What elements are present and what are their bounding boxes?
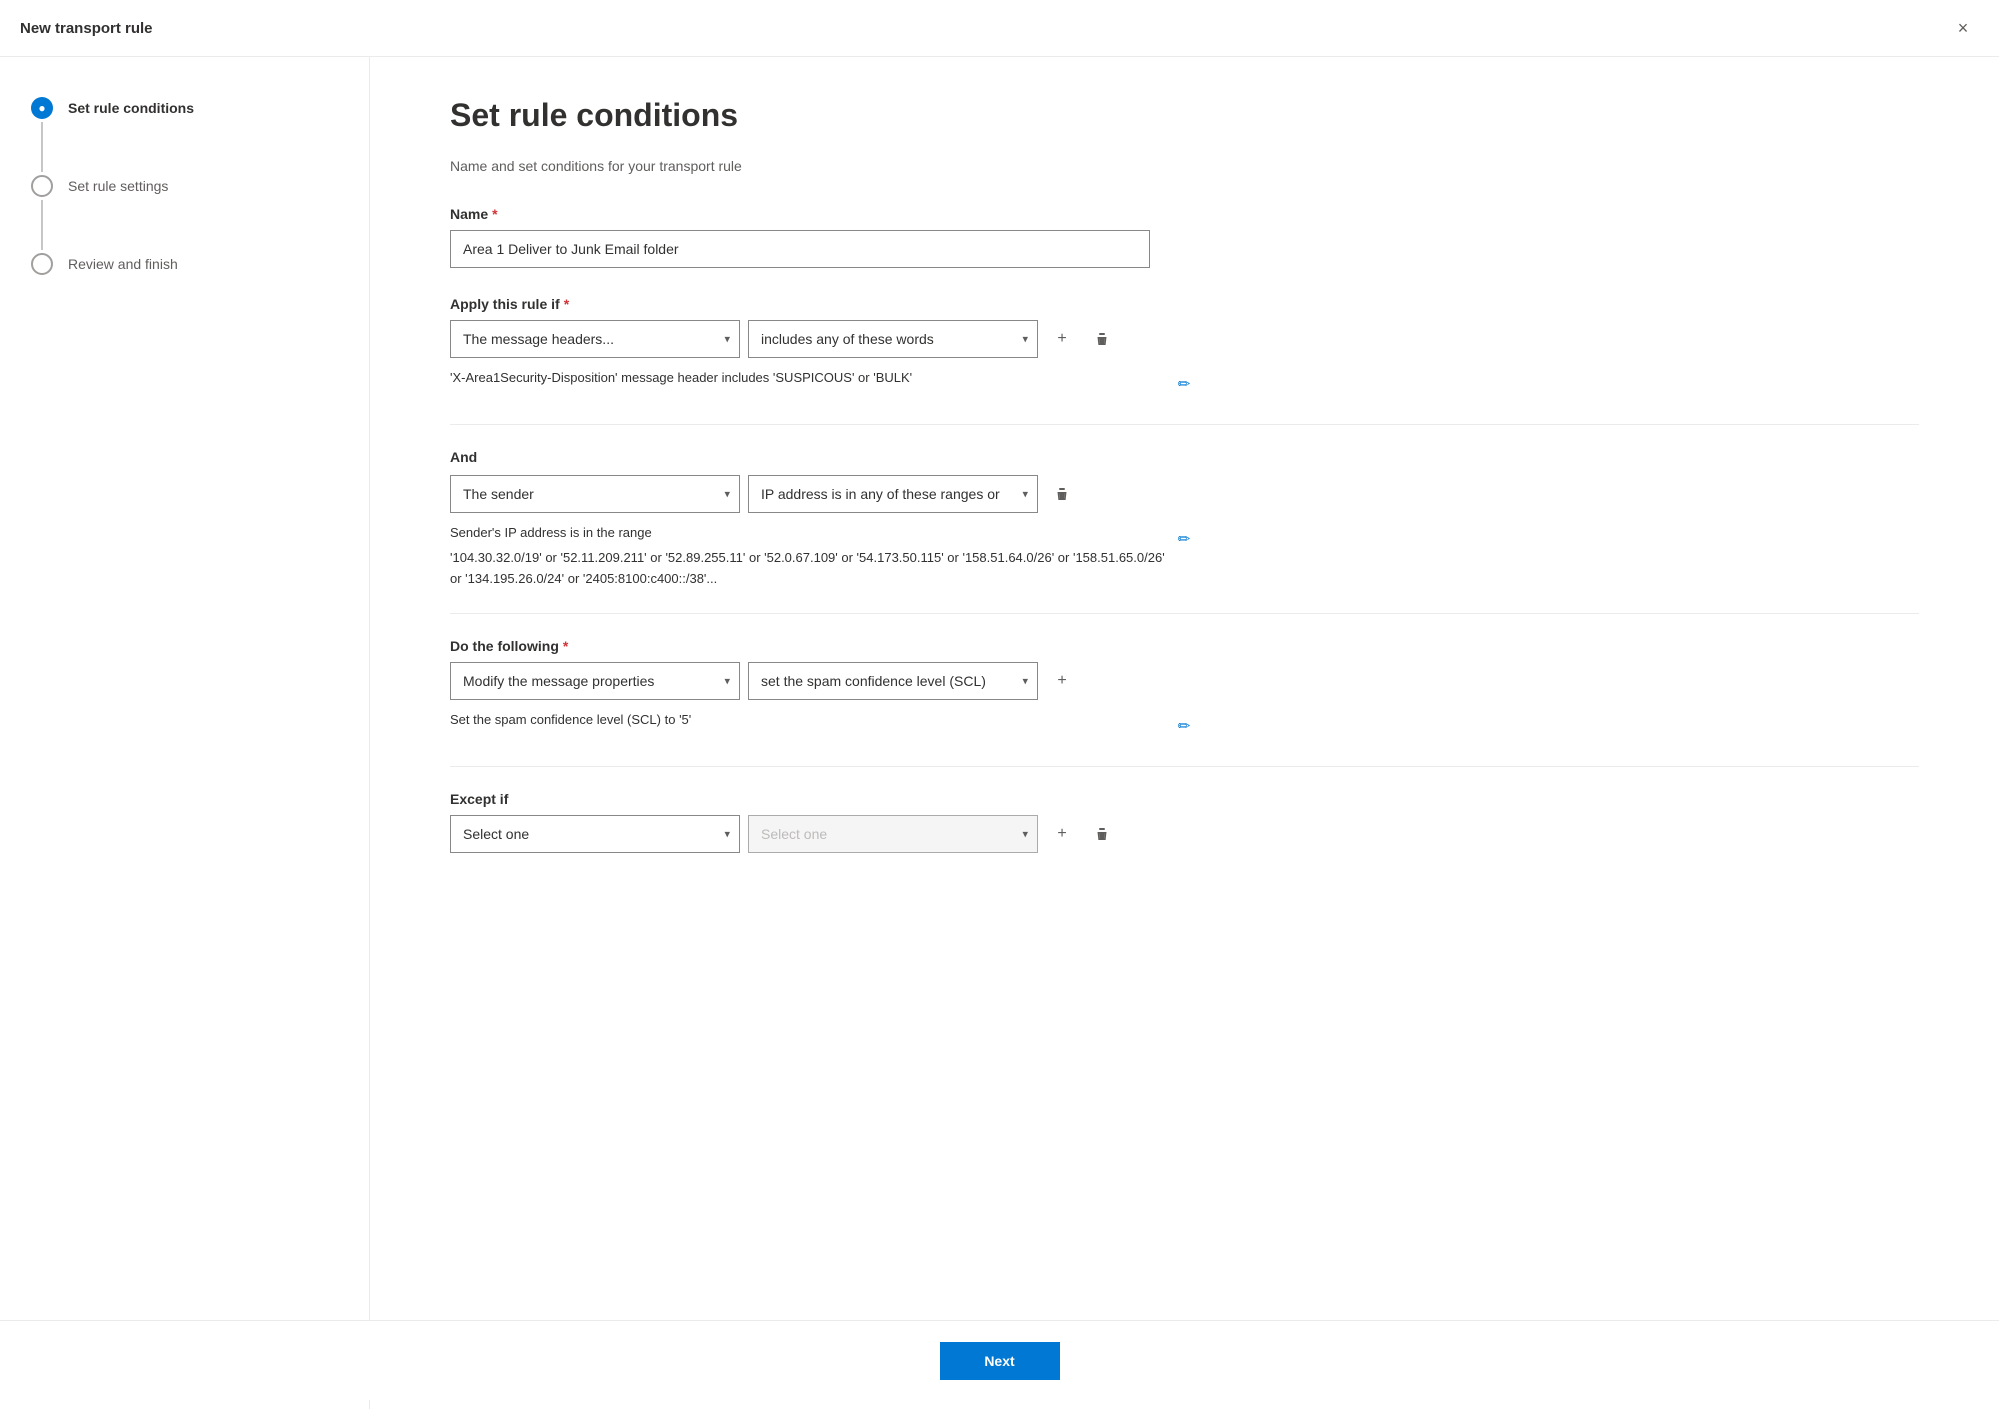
- action1-dropdown2-wrap: set the spam confidence level (SCL) ▾: [748, 662, 1038, 700]
- except-if-section: Except if Select one ▾ Select one ▾ +: [450, 791, 1919, 853]
- name-label: Name *: [450, 206, 1919, 222]
- action1-detail-text: Set the spam confidence level (SCL) to '…: [450, 710, 1168, 731]
- condition2-delete-button[interactable]: [1046, 478, 1078, 510]
- condition1-dropdown1-wrap: The message headers... ▾: [450, 320, 740, 358]
- apply-required-star: *: [564, 296, 569, 312]
- condition2-detail-link: '104.30.32.0/19' or '52.11.209.211' or '…: [450, 550, 1165, 586]
- condition2-dropdown-row: The sender ▾ IP address is in any of the…: [450, 475, 1919, 513]
- page-title: Set rule conditions: [450, 97, 1919, 134]
- top-bar: New transport rule ×: [0, 0, 1999, 57]
- apply-rule-section: Apply this rule if * The message headers…: [450, 296, 1919, 425]
- close-button[interactable]: ×: [1947, 12, 1979, 44]
- step-circle-1: ●: [31, 97, 53, 119]
- except1-delete-button[interactable]: [1086, 818, 1118, 850]
- step-connector-2: [30, 175, 54, 253]
- condition1-add-button[interactable]: +: [1046, 323, 1078, 355]
- step-item-1: ● Set rule conditions: [30, 97, 339, 175]
- name-required-star: *: [492, 206, 497, 222]
- step-connector-1: ●: [30, 97, 54, 175]
- step-circle-2: [31, 175, 53, 197]
- main-content: Set rule conditions Name and set conditi…: [370, 57, 1999, 1409]
- condition1-dropdown2-wrap: includes any of these words ▾: [748, 320, 1038, 358]
- step-list: ● Set rule conditions Set rule settings …: [30, 97, 339, 275]
- condition1-detail-text: 'X-Area1Security-Disposition' message he…: [450, 368, 1168, 389]
- condition2-dropdown2[interactable]: IP address is in any of these ranges or …: [748, 475, 1038, 513]
- condition1-dropdown-row: The message headers... ▾ includes any of…: [450, 320, 1919, 358]
- main-layout: ● Set rule conditions Set rule settings …: [0, 57, 1999, 1409]
- action1-edit-button[interactable]: ✏: [1168, 710, 1200, 742]
- condition2-detail-row: Sender's IP address is in the range '104…: [450, 523, 1200, 589]
- and-label: And: [450, 449, 1919, 465]
- action1-detail-row: Set the spam confidence level (SCL) to '…: [450, 710, 1200, 742]
- condition2-dropdown1[interactable]: The sender: [450, 475, 740, 513]
- do-required-star: *: [563, 638, 568, 654]
- step-label-3: Review and finish: [68, 253, 178, 275]
- action1-dropdown2[interactable]: set the spam confidence level (SCL): [748, 662, 1038, 700]
- except-if-label: Except if: [450, 791, 1919, 807]
- except1-add-button[interactable]: +: [1046, 818, 1078, 850]
- step-connector-3: [30, 253, 54, 275]
- condition1-delete-button[interactable]: [1086, 323, 1118, 355]
- action1-dropdown1[interactable]: Modify the message properties: [450, 662, 740, 700]
- condition1-dropdown2[interactable]: includes any of these words: [748, 320, 1038, 358]
- apply-rule-label: Apply this rule if *: [450, 296, 1919, 312]
- except1-dropdown-row: Select one ▾ Select one ▾ +: [450, 815, 1919, 853]
- condition2-dropdown1-wrap: The sender ▾: [450, 475, 740, 513]
- condition1-detail-row: 'X-Area1Security-Disposition' message he…: [450, 368, 1200, 400]
- except1-dropdown2-wrap: Select one ▾: [748, 815, 1038, 853]
- next-button[interactable]: Next: [940, 1342, 1060, 1380]
- name-input[interactable]: [450, 230, 1150, 268]
- except1-dropdown1[interactable]: Select one: [450, 815, 740, 853]
- condition1-dropdown1[interactable]: The message headers...: [450, 320, 740, 358]
- action1-detail-link: '5': [679, 712, 691, 727]
- except1-dropdown1-wrap: Select one ▾: [450, 815, 740, 853]
- name-section: Name *: [450, 206, 1919, 268]
- step-item-3: Review and finish: [30, 253, 339, 275]
- step-line-2: [41, 200, 43, 250]
- do-following-section: Do the following * Modify the message pr…: [450, 638, 1919, 767]
- step-line-1: [41, 122, 43, 172]
- condition1-detail-link: 'SUSPICOUS' or 'BULK': [773, 370, 912, 385]
- bottom-bar: Next: [0, 1320, 1999, 1400]
- condition2-detail-text: Sender's IP address is in the range '104…: [450, 523, 1168, 589]
- step-circle-3: [31, 253, 53, 275]
- step-item-2: Set rule settings: [30, 175, 339, 253]
- except1-dropdown2[interactable]: Select one: [748, 815, 1038, 853]
- action1-dropdown1-wrap: Modify the message properties ▾: [450, 662, 740, 700]
- and-section: And The sender ▾ IP address is in any of…: [450, 449, 1919, 614]
- condition1-edit-button[interactable]: ✏: [1168, 368, 1200, 400]
- do-following-label: Do the following *: [450, 638, 1919, 654]
- action1-dropdown-row: Modify the message properties ▾ set the …: [450, 662, 1919, 700]
- action1-add-button[interactable]: +: [1046, 665, 1078, 697]
- condition2-dropdown2-wrap: IP address is in any of these ranges or …: [748, 475, 1038, 513]
- window-title: New transport rule: [20, 20, 153, 37]
- sidebar: ● Set rule conditions Set rule settings …: [0, 57, 370, 1409]
- step-label-2: Set rule settings: [68, 175, 168, 197]
- page-subtitle: Name and set conditions for your transpo…: [450, 158, 1919, 174]
- condition2-edit-button[interactable]: ✏: [1168, 523, 1200, 555]
- step-label-1: Set rule conditions: [68, 97, 194, 119]
